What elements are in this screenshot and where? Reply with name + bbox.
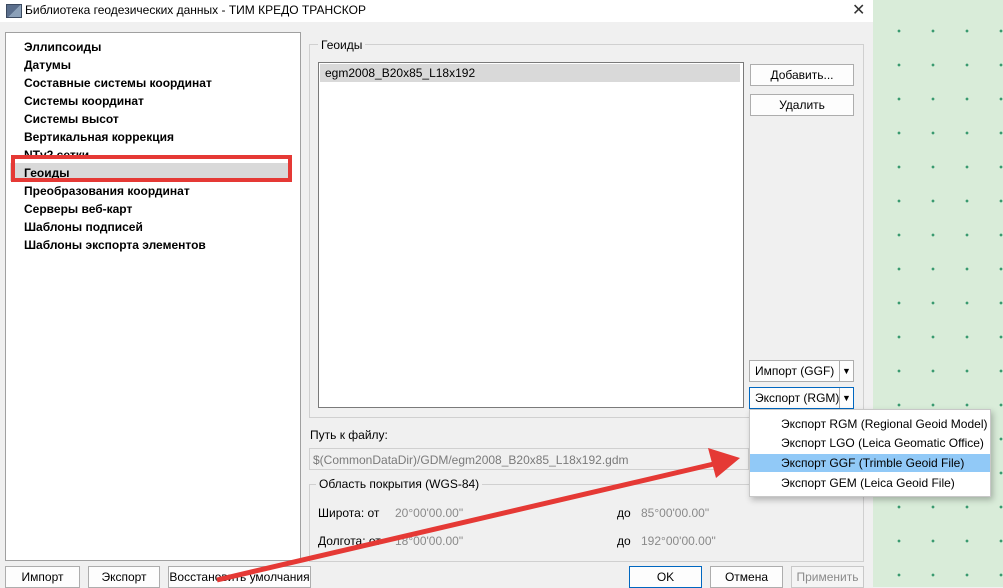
import-ggf-label: Импорт (GGF) — [755, 364, 835, 378]
export-dropdown-menu: Экспорт RGM (Regional Geoid Model) Экспо… — [749, 409, 991, 497]
category-item-ellipsoids[interactable]: Эллипсоиды — [24, 38, 101, 56]
category-item-height-systems[interactable]: Системы высот — [24, 110, 119, 128]
file-path-label: Путь к файлу: — [310, 428, 388, 442]
file-path-field[interactable]: $(CommonDataDir)/GDM/egm2008_B20x85_L18x… — [309, 448, 749, 470]
restore-defaults-button[interactable]: Восстановить умолчания — [168, 566, 311, 588]
list-item-label: egm2008_B20x85_L18x192 — [325, 66, 476, 80]
chevron-down-icon[interactable]: ▼ — [839, 361, 853, 381]
close-icon[interactable]: ✕ — [852, 0, 865, 20]
latitude-to-field[interactable]: 85°00'00.00" — [641, 506, 709, 520]
category-item-compound-crs[interactable]: Составные системы координат — [24, 74, 212, 92]
category-item-label-templates[interactable]: Шаблоны подписей — [24, 218, 143, 236]
longitude-from-field[interactable]: 18°00'00.00" — [395, 534, 463, 548]
latitude-to-label: до — [617, 506, 631, 520]
geoids-list[interactable] — [318, 62, 744, 408]
add-button[interactable]: Добавить... — [750, 64, 854, 86]
geoids-group-title: Геоиды — [318, 38, 366, 52]
category-item-export-templates[interactable]: Шаблоны экспорта элементов — [24, 236, 206, 254]
export-button[interactable]: Экспорт — [88, 566, 160, 588]
menu-item-export-lgo[interactable]: Экспорт LGO (Leica Geomatic Office) — [750, 434, 990, 452]
window-title: Библиотека геодезических данных - ТИМ КР… — [25, 3, 366, 17]
category-item-crs[interactable]: Системы координат — [24, 92, 144, 110]
annotation-highlight-box — [11, 155, 292, 182]
menu-item-export-ggf[interactable]: Экспорт GGF (Trimble Geoid File) — [750, 454, 990, 472]
title-bar: Библиотека геодезических данных - ТИМ КР… — [0, 0, 873, 22]
chevron-down-icon[interactable]: ▼ — [839, 388, 853, 408]
background-canvas — [873, 0, 1003, 587]
coverage-group-title: Область покрытия (WGS-84) — [316, 477, 483, 491]
ok-button[interactable]: OK — [629, 566, 702, 588]
import-button[interactable]: Импорт — [5, 566, 80, 588]
category-item-datums[interactable]: Датумы — [24, 56, 71, 74]
export-rgm-split-button[interactable]: Экспорт (RGM) ▼ — [749, 387, 854, 409]
apply-button[interactable]: Применить — [791, 566, 864, 588]
geodetic-library-dialog: Библиотека геодезических данных - ТИМ КР… — [0, 0, 873, 588]
cancel-button[interactable]: Отмена — [710, 566, 783, 588]
longitude-to-label: до — [617, 534, 631, 548]
list-item[interactable]: egm2008_B20x85_L18x192 — [320, 64, 740, 82]
longitude-from-label: Долгота: от — [318, 534, 381, 548]
category-item-web-map-servers[interactable]: Серверы веб-карт — [24, 200, 132, 218]
longitude-to-field[interactable]: 192°00'00.00" — [641, 534, 716, 548]
export-rgm-label: Экспорт (RGM) — [755, 391, 840, 405]
category-item-vertical-correction[interactable]: Вертикальная коррекция — [24, 128, 174, 146]
app-icon — [6, 4, 22, 18]
delete-button[interactable]: Удалить — [750, 94, 854, 116]
latitude-from-field[interactable]: 20°00'00.00" — [395, 506, 463, 520]
latitude-from-label: Широта: от — [318, 506, 380, 520]
menu-item-export-gem[interactable]: Экспорт GEM (Leica Geoid File) — [750, 474, 990, 492]
menu-item-export-rgm[interactable]: Экспорт RGM (Regional Geoid Model) — [750, 415, 990, 433]
category-item-transformations[interactable]: Преобразования координат — [24, 182, 190, 200]
import-ggf-split-button[interactable]: Импорт (GGF) ▼ — [749, 360, 854, 382]
